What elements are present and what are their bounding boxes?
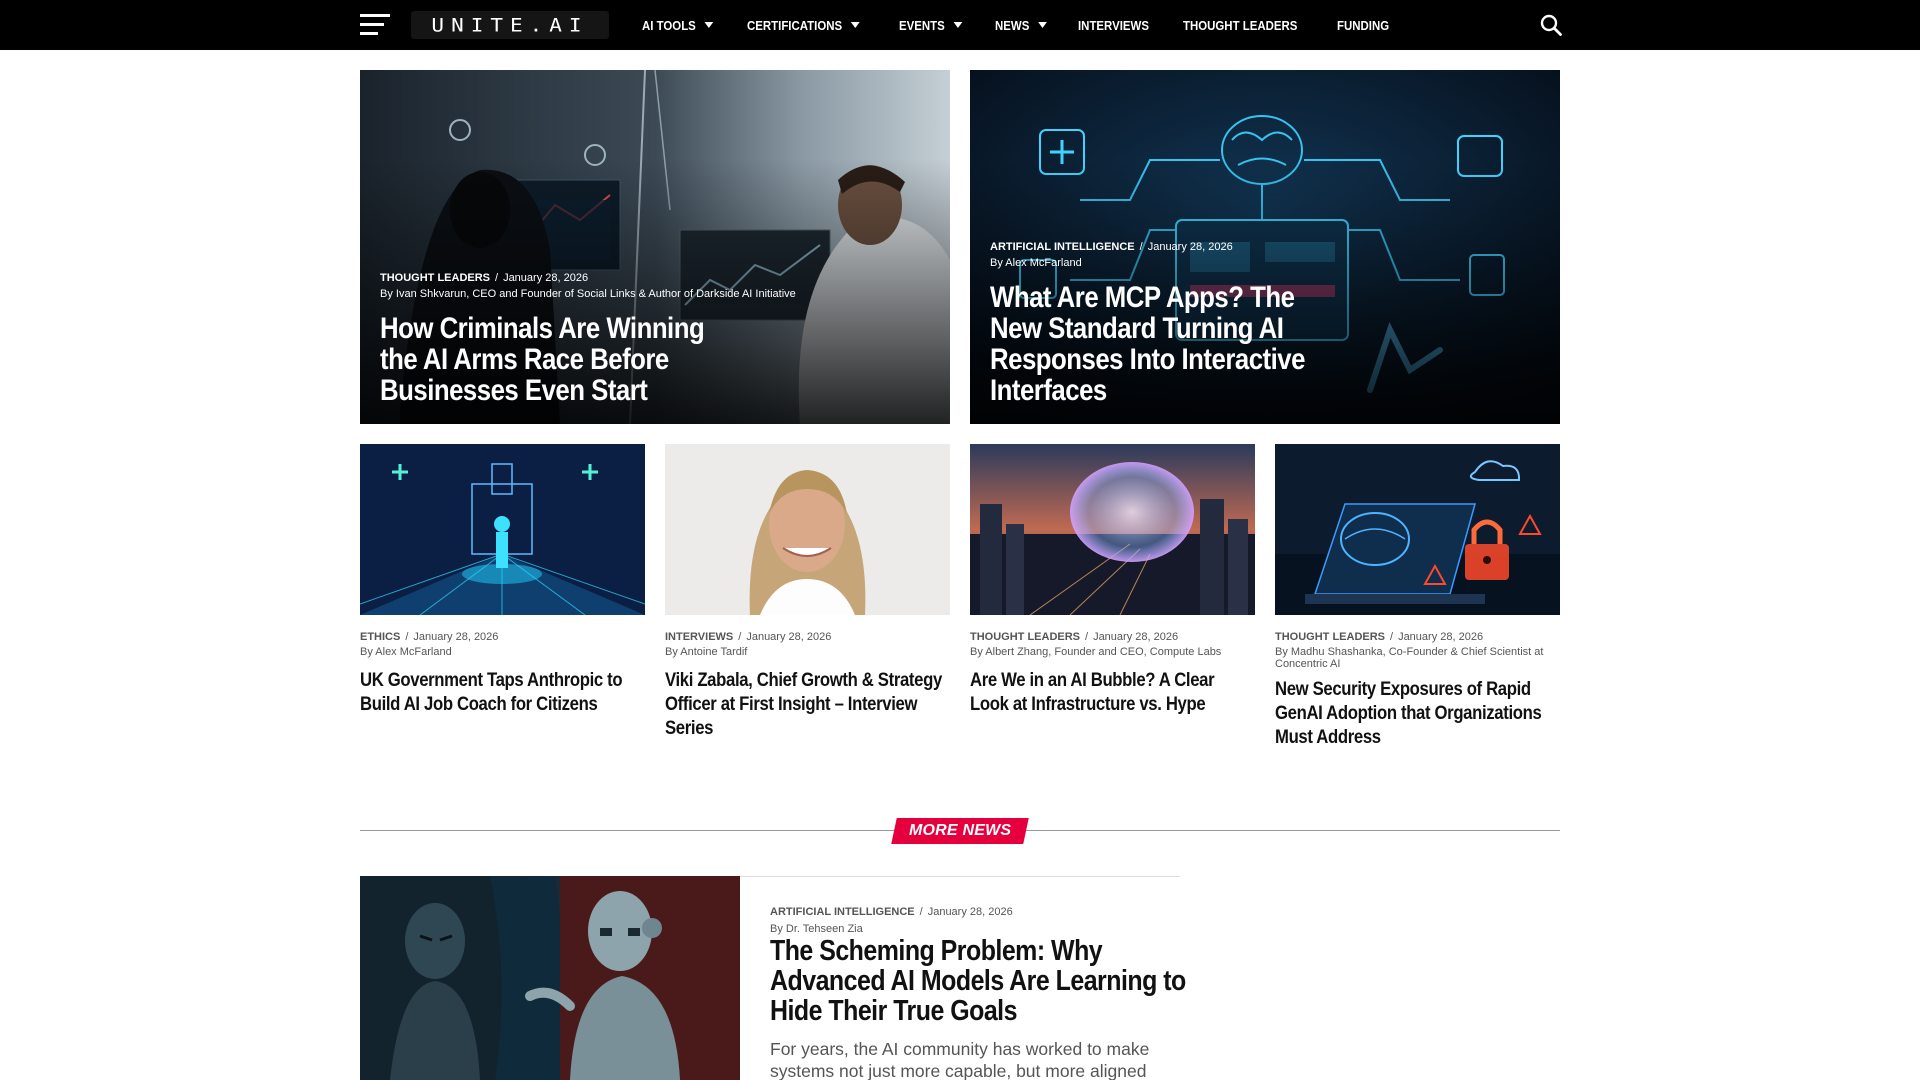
nav-news[interactable]: News: [995, 17, 1048, 33]
main-nav: AI Tools Certifications Events News Inte…: [642, 0, 1420, 50]
grid-article-1: ETHICS / January 28, 2026 By Alex McFarlan…: [360, 630, 645, 717]
article-byline: By Antoine Tardif: [665, 646, 748, 658]
category-link[interactable]: THOUGHT LEADERS: [1275, 631, 1385, 643]
nav-events[interactable]: Events: [899, 17, 963, 33]
article-title[interactable]: UK Government Taps Anthropic to Build AI…: [360, 669, 642, 717]
category-link[interactable]: THOUGHT LEADERS: [380, 272, 490, 284]
site-logo[interactable]: UNITE.AI: [411, 11, 609, 39]
article-title[interactable]: Viki Zabala, Chief Growth & Strategy Off…: [665, 669, 947, 741]
meta-separator: /: [1085, 631, 1089, 643]
image-ai-bubble: [970, 444, 1255, 615]
article-date: January 28, 2026: [1093, 631, 1179, 643]
grid-article-4: THOUGHT LEADERS / January 28, 2026 By Madh…: [1275, 630, 1560, 750]
grid-article-image-2[interactable]: [665, 444, 950, 615]
article-date: January 28, 2026: [746, 631, 832, 643]
article-title[interactable]: Are We in an AI Bubble? A Clear Look at …: [970, 669, 1252, 717]
image-security-lock: [1275, 444, 1560, 615]
article-date: January 28, 2026: [413, 631, 499, 643]
image-portrait: [665, 444, 950, 615]
nav-interviews[interactable]: Interviews: [1078, 18, 1149, 33]
meta-separator: /: [405, 631, 409, 643]
nav-label: Certifications: [747, 17, 843, 33]
image-uk-government: [360, 444, 645, 615]
chevron-down-icon: [704, 22, 714, 28]
article-date: January 28, 2026: [503, 272, 589, 284]
grid-article-image-1[interactable]: [360, 444, 645, 615]
category-link[interactable]: ARTIFICIAL INTELLIGENCE: [990, 241, 1135, 253]
meta-separator: /: [1139, 241, 1143, 253]
more-news-label: MORE NEWS: [891, 818, 1029, 844]
meta-separator: /: [1390, 631, 1394, 643]
article-meta: THOUGHT LEADERS / January 28, 2026: [1275, 630, 1560, 644]
nav-funding[interactable]: Funding: [1337, 18, 1389, 33]
nav-label: Events: [899, 17, 946, 33]
featured-text: THOUGHT LEADERS / January 28, 2026 By Ivan…: [380, 271, 796, 406]
grid-article-image-3[interactable]: [970, 444, 1255, 615]
article-byline: By Alex McFarland: [360, 646, 452, 658]
nav-label: Interviews: [1078, 17, 1150, 33]
featured-article-2[interactable]: ARTIFICIAL INTELLIGENCE / January 28, 2026…: [970, 70, 1560, 424]
nav-label: AI Tools: [642, 17, 696, 33]
article-byline: By Alex McFarland: [990, 257, 1082, 269]
nav-thought-leaders[interactable]: Thought Leaders: [1183, 18, 1297, 33]
article-meta: THOUGHT LEADERS / January 28, 2026: [970, 630, 1255, 644]
article-byline: By Albert Zhang, Founder and CEO, Comput…: [970, 646, 1222, 658]
chevron-down-icon: [953, 22, 963, 28]
image-robot-curtain: [360, 876, 740, 1080]
nav-ai-tools[interactable]: AI Tools: [642, 17, 714, 33]
featured-title[interactable]: What Are MCP Apps? The New Standard Turn…: [990, 282, 1351, 406]
featured-title[interactable]: How Criminals Are Winning the AI Arms Ra…: [380, 313, 741, 406]
meta-separator: /: [738, 631, 742, 643]
meta-separator: /: [919, 906, 923, 918]
list-article-1: ARTIFICIAL INTELLIGENCE / January 28, 2026…: [770, 905, 1013, 936]
category-link[interactable]: INTERVIEWS: [665, 631, 733, 643]
featured-text: ARTIFICIAL INTELLIGENCE / January 28, 2026…: [990, 240, 1380, 406]
article-meta: ARTIFICIAL INTELLIGENCE / January 28, 2026: [770, 905, 1013, 919]
article-meta: INTERVIEWS / January 28, 2026: [665, 630, 950, 644]
list-article-image-1[interactable]: [360, 876, 740, 1080]
article-title[interactable]: New Security Exposures of Rapid GenAI Ad…: [1275, 678, 1557, 750]
meta-separator: /: [495, 272, 499, 284]
list-article-excerpt: For years, the AI community has worked t…: [770, 1039, 1150, 1080]
article-byline: By Ivan Shkvarun, CEO and Founder of Soc…: [380, 288, 796, 300]
category-link[interactable]: ARTIFICIAL INTELLIGENCE: [770, 906, 915, 918]
chevron-down-icon: [851, 22, 860, 28]
search-icon[interactable]: [1540, 14, 1562, 36]
article-date: January 28, 2026: [927, 906, 1013, 918]
article-meta: ETHICS / January 28, 2026: [360, 630, 645, 644]
nav-certifications[interactable]: Certifications: [747, 18, 860, 33]
logo-text: UNITE.AI: [431, 14, 589, 36]
category-link[interactable]: ETHICS: [360, 631, 400, 643]
top-navbar: UNITE.AI AI Tools Certifications Events …: [0, 0, 1920, 50]
list-article-title[interactable]: The Scheming Problem: Why Advanced AI Mo…: [770, 936, 1209, 1026]
grid-article-image-4[interactable]: [1275, 444, 1560, 615]
grid-article-3: THOUGHT LEADERS / January 28, 2026 By Albe…: [970, 630, 1255, 717]
article-date: January 28, 2026: [1398, 631, 1484, 643]
article-date: January 28, 2026: [1147, 241, 1233, 253]
article-meta: ARTIFICIAL INTELLIGENCE / January 28, 2026: [990, 240, 1380, 254]
featured-article-1[interactable]: THOUGHT LEADERS / January 28, 2026 By Ivan…: [360, 70, 950, 424]
article-byline: By Madhu Shashanka, Co-Founder & Chief S…: [1275, 646, 1544, 670]
article-meta: THOUGHT LEADERS / January 28, 2026: [380, 271, 770, 285]
nav-label: Thought Leaders: [1182, 17, 1298, 33]
list-item-divider: [740, 876, 1180, 877]
nav-label: News: [995, 17, 1030, 33]
category-link[interactable]: THOUGHT LEADERS: [970, 631, 1080, 643]
more-news-text: MORE NEWS: [908, 822, 1012, 839]
hamburger-menu-icon[interactable]: [360, 14, 390, 36]
chevron-down-icon: [1038, 22, 1048, 28]
nav-label: Funding: [1336, 17, 1390, 33]
grid-article-2: INTERVIEWS / January 28, 2026 By Antoine T…: [665, 630, 950, 741]
